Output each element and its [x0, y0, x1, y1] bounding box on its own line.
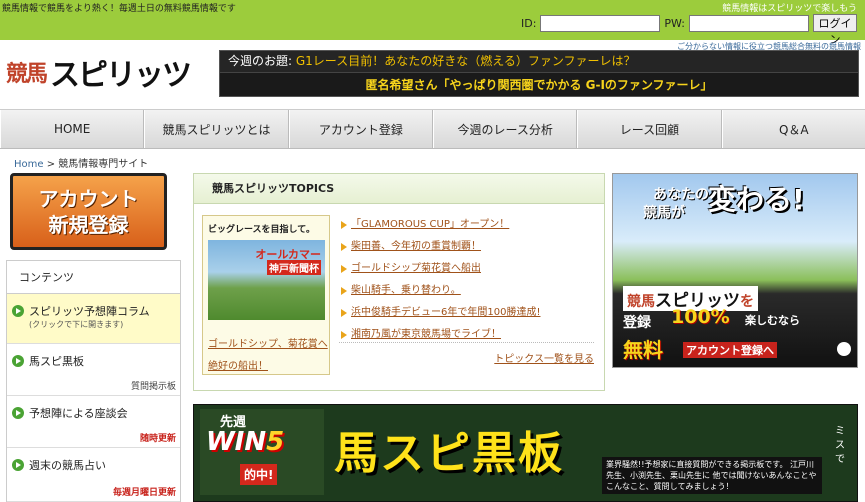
topics-list: 「GLAMOROUS CUP」オープン！ 柴田善、今年初の重賞制覇！ ゴールドシ… — [339, 214, 594, 346]
id-input[interactable] — [540, 14, 661, 32]
password-input[interactable] — [689, 14, 809, 32]
arrow-right-icon — [837, 342, 851, 356]
feature-title: ビッグレースを目指して。 — [208, 225, 316, 235]
login-button[interactable]: ログイン — [813, 14, 857, 46]
pw-label: PW: — [664, 16, 685, 30]
feature-caption-2[interactable]: 絶好の船出！ — [208, 357, 268, 372]
register-ad-banner[interactable]: あなたの 競馬が 変わる! 競馬スピリッツを 登録 100% 楽しむなら 無料 … — [612, 173, 858, 368]
nav-about[interactable]: 競馬スピリッツとは — [144, 110, 289, 148]
logo-kanji: 競馬 — [6, 61, 48, 87]
topic-link[interactable]: 柴田善、今年初の重賞制覇！ — [339, 236, 594, 258]
board-banner[interactable]: 先週 WIN5 的中! 馬スピ黒板 業界騒然!!予想家に直接質問ができる掲示板で… — [193, 404, 858, 502]
sidebar-contents: コンテンツ スピリッツ予想陣コラム (クリックで下に開きます) 馬スピ黒板 質問… — [6, 260, 181, 502]
feature-image[interactable]: オールカマー 神戸新聞杯 — [208, 240, 325, 320]
arrow-right-icon — [12, 355, 24, 367]
sidebar-item-column[interactable]: スピリッツ予想陣コラム (クリックで下に開きます) — [7, 294, 180, 344]
breadcrumb: Home > 競馬情報専門サイト — [14, 155, 148, 170]
weekly-topic-banner: 今週のお題: G1レース目前！あなたの好きな（燃える）ファンファーレは？ 匿名希… — [219, 50, 859, 97]
topic-link[interactable]: ゴールドシップ菊花賞へ船出 — [339, 258, 594, 280]
breadcrumb-current: 競馬情報専門サイト — [58, 159, 149, 170]
board-note: 業界騒然!!予想家に直接質問ができる掲示板です。 江戸川先生、小渕先生、栗山先生… — [602, 457, 822, 494]
breadcrumb-separator: > — [46, 159, 56, 170]
sidebar-title: コンテンツ — [7, 261, 180, 294]
login-form: ID: PW: ログイン — [521, 14, 857, 46]
topics-heading: 競馬スピリッツTOPICS — [194, 174, 604, 204]
main-nav: HOME 競馬スピリッツとは アカウント登録 今週のレース分析 レース回顧 Q＆… — [0, 109, 865, 149]
topic-question: 今週のお題: G1レース目前！あなたの好きな（燃える）ファンファーレは？ — [220, 51, 858, 73]
site-tagline-right: 競馬情報はスピリッツで楽しもう — [722, 4, 857, 14]
feature-caption-1[interactable]: ゴールドシップ、菊花賞へ — [208, 337, 328, 353]
arrow-right-icon — [12, 305, 24, 317]
breadcrumb-home[interactable]: Home — [14, 159, 44, 170]
register-account-button[interactable]: アカウント 新規登録 — [10, 173, 167, 250]
win-badge: 先週 WIN5 的中! — [200, 409, 324, 495]
nav-account-register[interactable]: アカウント登録 — [288, 110, 433, 148]
topic-feature[interactable]: ビッグレースを目指して。 オールカマー 神戸新聞杯 ゴールドシップ、菊花賞へ 絶… — [202, 215, 330, 375]
topics-divider — [339, 342, 594, 343]
top-bar: 競馬情報で競馬をより熱く！毎週土日の無料競馬情報です 競馬情報はスピリッツで楽し… — [0, 0, 865, 46]
topics-more-link[interactable]: トピックス一覧を見る — [494, 350, 594, 365]
topic-link[interactable]: 「GLAMOROUS CUP」オープン！ — [339, 214, 594, 236]
nav-home[interactable]: HOME — [0, 110, 145, 148]
board-side-text: ミスで — [835, 426, 845, 465]
arrow-right-icon — [12, 459, 24, 471]
nav-race-review[interactable]: レース回顧 — [577, 110, 722, 148]
sidebar-item-board[interactable]: 馬スピ黒板 質問掲示板 — [7, 344, 180, 396]
site-logo[interactable]: 競馬 スピリッツ — [6, 50, 206, 94]
site-tagline: 競馬情報で競馬をより熱く！毎週土日の無料競馬情報です — [2, 4, 236, 14]
logo-name: スピリッツ — [50, 58, 192, 93]
topic-link[interactable]: 浜中俊騎手デビュー6年で年間100勝達成! — [339, 302, 594, 324]
board-title: 馬スピ黒板 — [334, 428, 564, 479]
topics-panel: 競馬スピリッツTOPICS ビッグレースを目指して。 オールカマー 神戸新聞杯 … — [193, 173, 605, 391]
sidebar-item-fortune[interactable]: 週末の競馬占い 毎週月曜日更新 — [7, 448, 180, 502]
topic-link[interactable]: 柴山騎手、乗り替わり。 — [339, 280, 594, 302]
nav-faq[interactable]: Q＆A — [721, 110, 865, 148]
nav-race-analysis[interactable]: 今週のレース分析 — [432, 110, 578, 148]
id-label: ID: — [521, 16, 537, 30]
sidebar-item-roundtable[interactable]: 予想陣による座談会 随時更新 — [7, 396, 180, 448]
arrow-right-icon — [12, 407, 24, 419]
topic-answer: 匿名希望さん「やっぱり関西圏でかかる G-Iのファンファーレ」 — [365, 78, 713, 92]
